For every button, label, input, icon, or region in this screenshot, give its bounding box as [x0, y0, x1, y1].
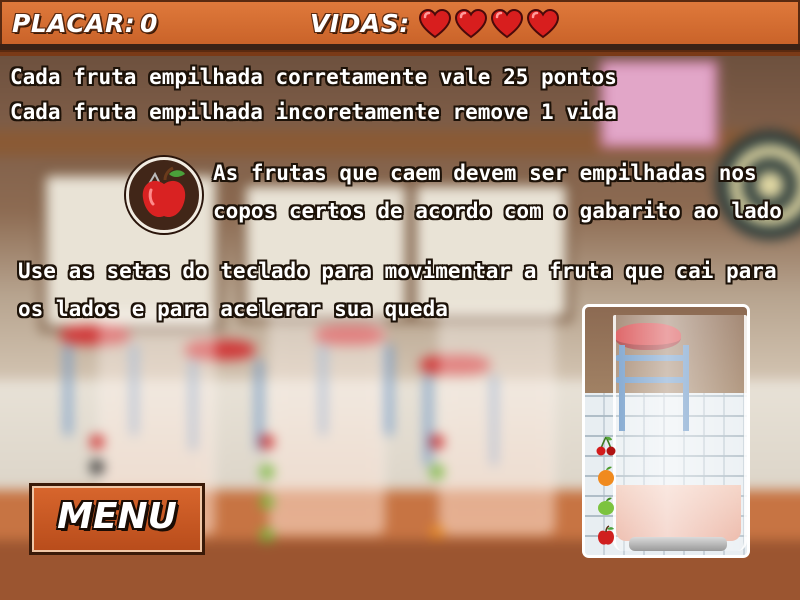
- heart-icon: [526, 8, 560, 39]
- cherry-icon: [596, 436, 616, 456]
- heart-icon: [418, 8, 452, 39]
- instruction-controls: Use as setas do teclado para movimentar …: [18, 259, 777, 283]
- instruction-stack: As frutas que caem devem ser empilhadas …: [213, 161, 757, 185]
- instruction-points: Cada fruta empilhada corretamente vale 2…: [10, 65, 617, 89]
- instruction-controls-cont: os lados e para acelerar sua queda: [18, 297, 448, 321]
- hud-bar: PLACAR: 0 VIDAS:: [0, 0, 800, 56]
- lives-hearts: [418, 8, 560, 40]
- lime-icon: [598, 497, 614, 515]
- score-label: PLACAR:: [12, 9, 136, 38]
- apple-icon: [142, 166, 186, 218]
- lives-label: VIDAS:: [310, 9, 410, 38]
- score-value: 0: [140, 9, 158, 38]
- menu-button-label: MENU: [57, 496, 177, 537]
- heart-icon: [454, 8, 488, 39]
- orange-icon: [598, 466, 614, 486]
- instruction-stack-cont: copos certos de acordo com o gabarito ao…: [213, 199, 782, 223]
- apple-badge: [126, 157, 202, 233]
- instruction-penalty: Cada fruta empilhada incoretamente remov…: [10, 100, 617, 124]
- answer-key-panel: [582, 304, 750, 558]
- apple-icon: [598, 525, 614, 545]
- menu-button[interactable]: MENU: [29, 483, 205, 555]
- heart-icon: [490, 8, 524, 39]
- glass-icon: [613, 315, 747, 551]
